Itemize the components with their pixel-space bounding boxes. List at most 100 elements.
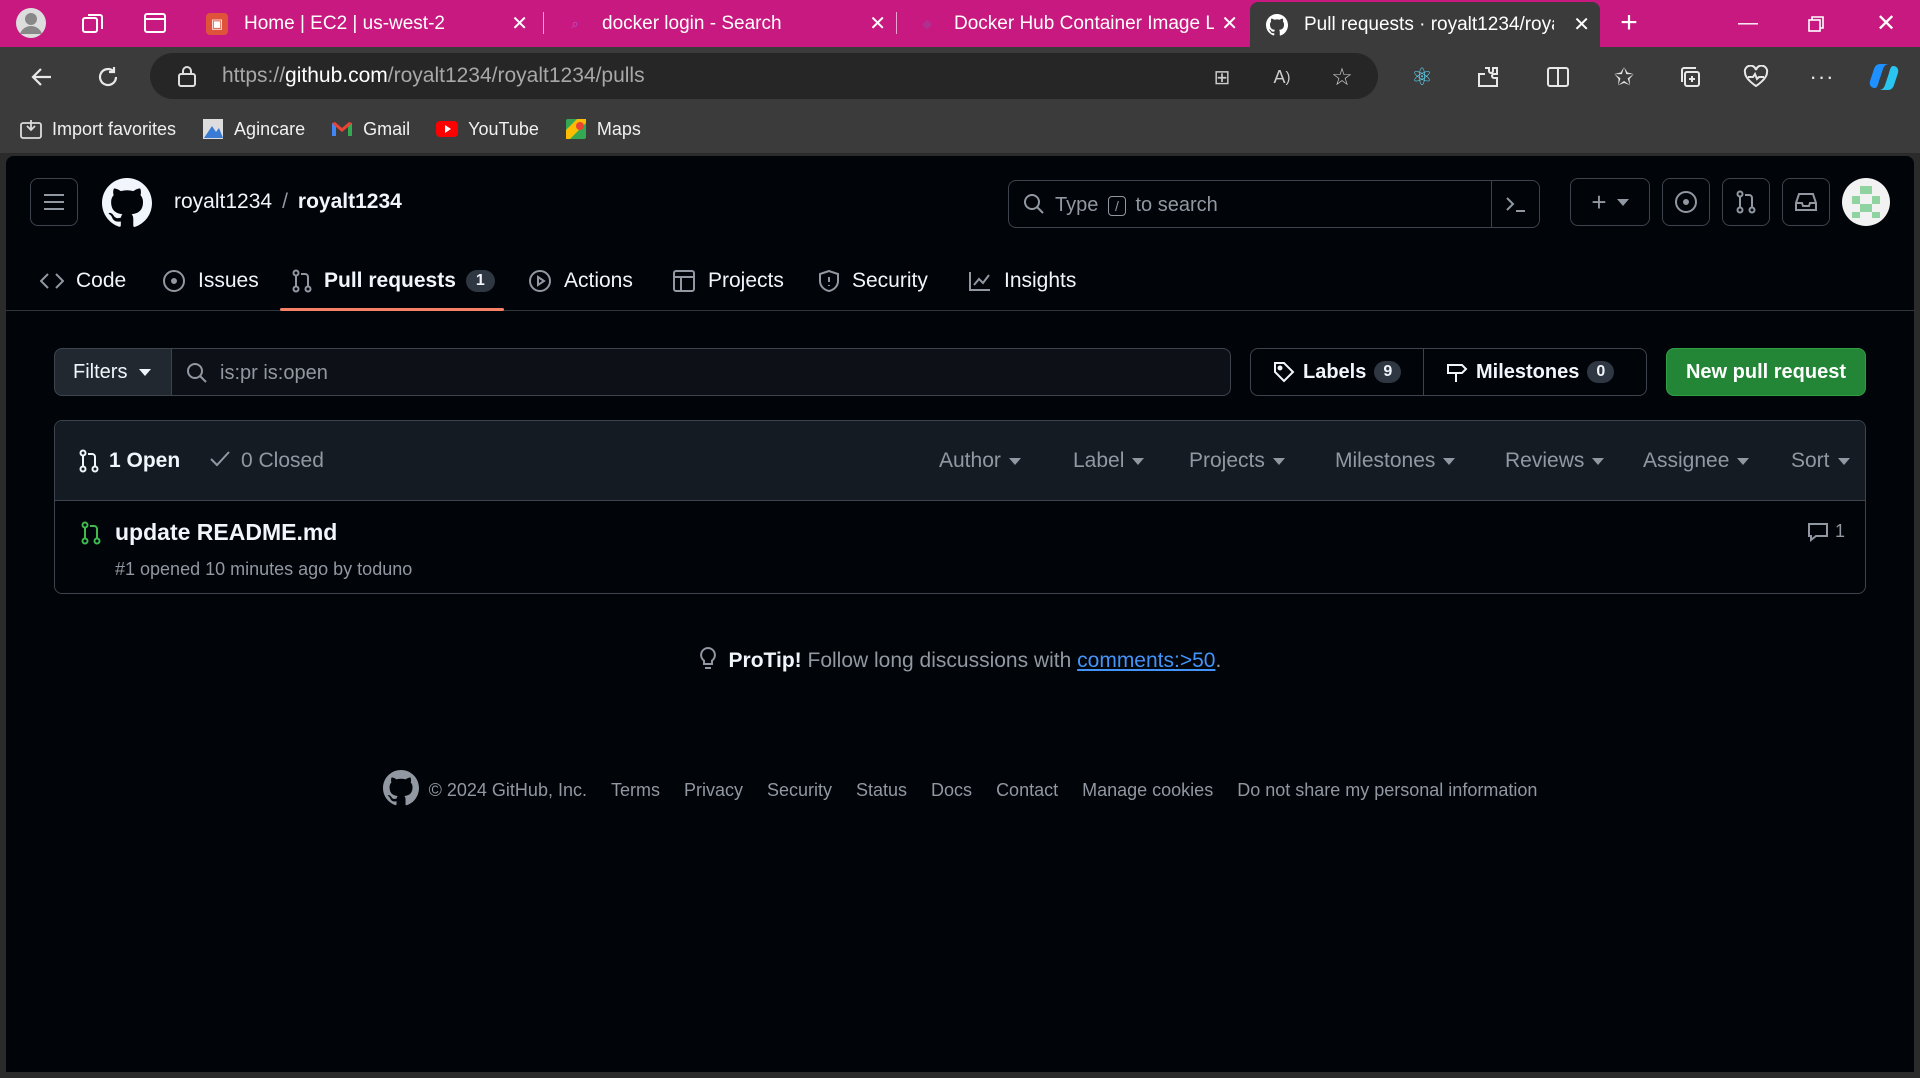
filter-search-input[interactable]: is:pr is:open bbox=[171, 348, 1231, 396]
back-icon[interactable] bbox=[22, 57, 62, 97]
chevron-down-icon bbox=[1443, 457, 1456, 465]
close-icon[interactable]: ✕ bbox=[1573, 12, 1590, 37]
github-mark-icon[interactable] bbox=[382, 770, 419, 811]
pr-title-link[interactable]: update README.md bbox=[115, 519, 337, 546]
close-icon[interactable]: ✕ bbox=[869, 11, 886, 36]
label-filter[interactable]: Label bbox=[1073, 421, 1145, 501]
closed-filter[interactable]: 0 Closed bbox=[209, 421, 324, 501]
lock-icon[interactable] bbox=[176, 64, 200, 88]
footer-link-do-not-share[interactable]: Do not share my personal information bbox=[1237, 780, 1537, 801]
tab-projects[interactable]: Projects bbox=[672, 251, 784, 311]
github-icon bbox=[1266, 13, 1288, 36]
react-devtools-icon[interactable]: ⚛ bbox=[1402, 57, 1442, 97]
author-filter[interactable]: Author bbox=[939, 421, 1021, 501]
chevron-down-icon bbox=[1837, 457, 1850, 465]
more-options-icon[interactable]: ··· bbox=[1802, 57, 1842, 97]
projects-filter[interactable]: Projects bbox=[1189, 421, 1285, 501]
tab-actions[interactable]: Actions bbox=[528, 251, 633, 311]
hamburger-menu-button[interactable] bbox=[30, 178, 78, 226]
refresh-icon[interactable] bbox=[88, 57, 128, 97]
close-window-icon[interactable]: ✕ bbox=[1852, 0, 1920, 47]
chevron-down-icon bbox=[1737, 457, 1750, 465]
reviews-filter[interactable]: Reviews bbox=[1505, 421, 1605, 501]
profile-icon[interactable] bbox=[14, 6, 48, 40]
assignee-filter[interactable]: Assignee bbox=[1643, 421, 1750, 501]
protip-link[interactable]: comments:>50 bbox=[1077, 649, 1215, 672]
new-pull-request-button[interactable]: New pull request bbox=[1666, 348, 1866, 396]
chevron-down-icon bbox=[1272, 457, 1285, 465]
bookmark-import-favorites[interactable]: Import favorites bbox=[20, 118, 176, 140]
repo-nav: Code Issues Pull requests 1 Actions Proj… bbox=[6, 251, 1914, 311]
footer-link-security[interactable]: Security bbox=[767, 780, 832, 801]
minimize-icon[interactable]: — bbox=[1714, 0, 1782, 47]
sort-filter[interactable]: Sort bbox=[1791, 421, 1850, 501]
repo-link[interactable]: royalt1234 bbox=[298, 190, 402, 213]
bookmark-label: YouTube bbox=[468, 118, 539, 139]
avatar[interactable] bbox=[1842, 178, 1890, 226]
pull-requests-button[interactable] bbox=[1722, 178, 1770, 226]
close-icon[interactable]: ✕ bbox=[511, 11, 528, 36]
tab-code[interactable]: Code bbox=[40, 251, 126, 311]
restore-icon[interactable] bbox=[1782, 0, 1850, 47]
tab-search[interactable]: ⌕ docker login - Search ✕ bbox=[548, 0, 896, 47]
read-aloud-icon[interactable]: A) bbox=[1268, 63, 1296, 91]
copilot-icon[interactable] bbox=[1864, 57, 1904, 97]
milestones-filter[interactable]: Milestones bbox=[1335, 421, 1456, 501]
url-bar[interactable]: https://github.com/royalt1234/royalt1234… bbox=[150, 53, 1378, 99]
inbox-button[interactable] bbox=[1782, 178, 1830, 226]
bookmark-youtube[interactable]: YouTube bbox=[436, 118, 539, 140]
open-pull-request-icon bbox=[81, 521, 101, 545]
table-row[interactable]: update README.md #1 opened 10 minutes ag… bbox=[55, 501, 1865, 593]
bookmark-maps[interactable]: Maps bbox=[565, 118, 641, 140]
maps-icon bbox=[565, 118, 587, 140]
github-logo-icon[interactable] bbox=[102, 178, 153, 228]
bookmark-gmail[interactable]: Gmail bbox=[331, 118, 410, 140]
github-page: royalt1234 / royalt1234 Type / to search + bbox=[6, 156, 1914, 1072]
global-search-input[interactable]: Type / to search bbox=[1008, 180, 1540, 228]
tab-aws[interactable]: ▣ Home | EC2 | us-west-2 ✕ bbox=[190, 0, 538, 47]
milestones-count: 0 bbox=[1587, 361, 1615, 383]
tab-actions-icon[interactable] bbox=[138, 6, 172, 40]
tab-security[interactable]: Security bbox=[818, 251, 928, 311]
collections-icon[interactable] bbox=[1670, 57, 1710, 97]
milestones-button[interactable]: Milestones 0 bbox=[1423, 348, 1647, 396]
footer-link-docs[interactable]: Docs bbox=[931, 780, 972, 801]
close-icon[interactable]: ✕ bbox=[1221, 11, 1238, 36]
issues-button[interactable] bbox=[1662, 178, 1710, 226]
footer-link-status[interactable]: Status bbox=[856, 780, 907, 801]
gmail-icon bbox=[331, 118, 353, 140]
chevron-down-icon bbox=[1592, 457, 1605, 465]
new-tab-icon[interactable]: + bbox=[1612, 6, 1646, 40]
tab-docker[interactable]: ◆ Docker Hub Container Image Lil ✕ bbox=[900, 0, 1248, 47]
tab-strip: ▣ Home | EC2 | us-west-2 ✕ ⌕ docker logi… bbox=[0, 0, 1920, 47]
table-icon bbox=[673, 270, 695, 292]
extensions-icon[interactable] bbox=[1468, 57, 1508, 97]
favorite-star-icon[interactable]: ☆ bbox=[1328, 63, 1356, 91]
workspaces-icon[interactable] bbox=[76, 6, 110, 40]
tab-insights[interactable]: Insights bbox=[968, 251, 1076, 311]
search-icon: ⌕ bbox=[571, 15, 579, 31]
agincare-icon bbox=[202, 118, 224, 140]
favorites-icon[interactable]: ✩ bbox=[1604, 57, 1644, 97]
comments-link[interactable]: 1 bbox=[1807, 521, 1845, 542]
footer-link-manage-cookies[interactable]: Manage cookies bbox=[1082, 780, 1213, 801]
tab-title: Docker Hub Container Image Lil bbox=[954, 12, 1214, 34]
copyright: © 2024 GitHub, Inc. bbox=[428, 780, 587, 800]
command-palette-icon[interactable] bbox=[1491, 181, 1539, 227]
footer-link-privacy[interactable]: Privacy bbox=[684, 780, 743, 801]
bookmark-agincare[interactable]: Agincare bbox=[202, 118, 305, 140]
filters-button[interactable]: Filters bbox=[54, 348, 172, 396]
browser-essentials-icon[interactable] bbox=[1736, 57, 1776, 97]
create-new-button[interactable]: + bbox=[1570, 178, 1650, 226]
footer-link-contact[interactable]: Contact bbox=[996, 780, 1058, 801]
app-available-icon[interactable]: ⊞ bbox=[1208, 63, 1236, 91]
tab-pull-requests[interactable]: Pull requests 1 bbox=[292, 251, 495, 311]
tab-issues[interactable]: Issues bbox=[162, 251, 259, 311]
split-screen-icon[interactable] bbox=[1538, 57, 1578, 97]
active-tab-underline bbox=[280, 308, 504, 311]
labels-button[interactable]: Labels 9 bbox=[1250, 348, 1424, 396]
open-filter[interactable]: 1 Open bbox=[79, 421, 180, 501]
footer-link-terms[interactable]: Terms bbox=[611, 780, 660, 801]
tab-github[interactable]: Pull requests · royalt1234/royalt ✕ bbox=[1250, 2, 1600, 47]
owner-link[interactable]: royalt1234 bbox=[174, 190, 272, 213]
